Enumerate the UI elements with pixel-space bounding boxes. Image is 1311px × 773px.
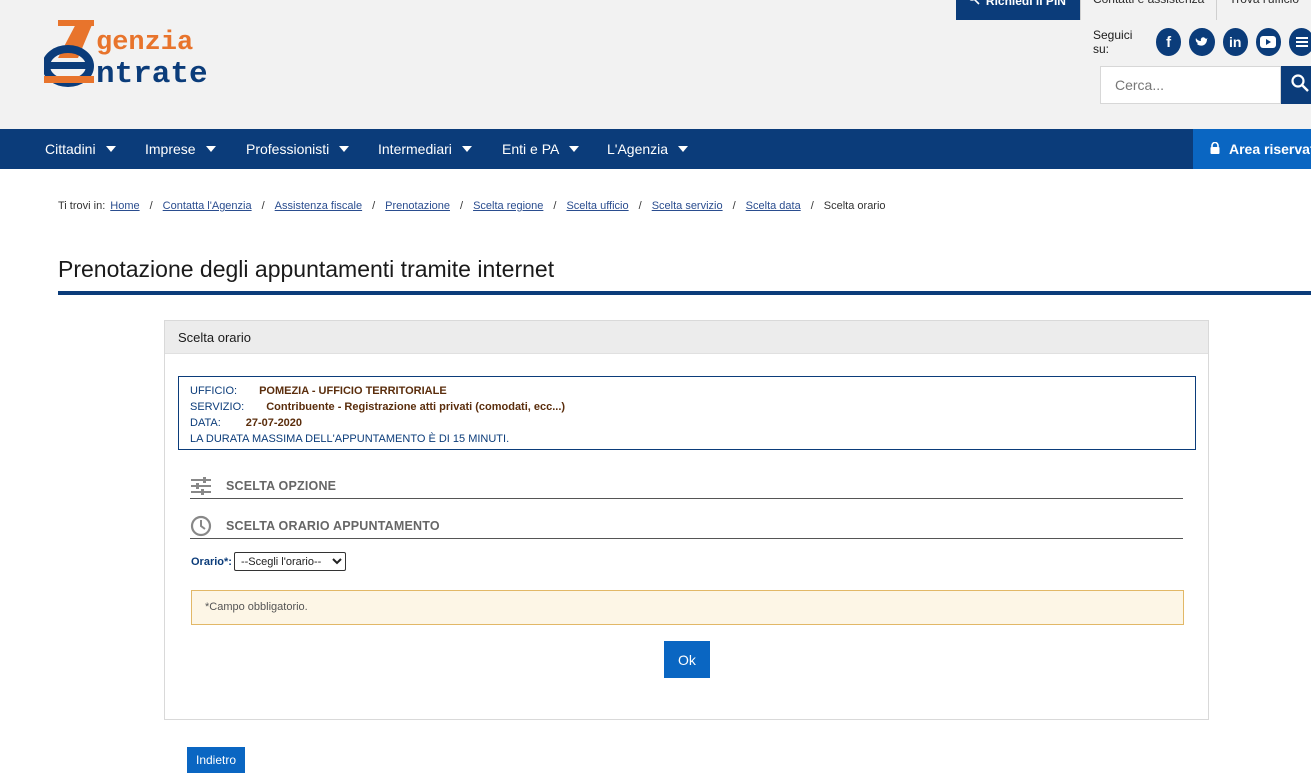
- breadcrumb-link-home[interactable]: Home: [110, 200, 139, 212]
- caret-down-icon: [105, 146, 116, 152]
- duration-note: LA DURATA MASSIMA DELL'APPUNTAMENTO È DI…: [190, 433, 510, 445]
- date-label: DATA:: [190, 417, 221, 429]
- facebook-icon[interactable]: f: [1155, 28, 1182, 56]
- nav-item-enti-pa[interactable]: Enti e PA: [502, 129, 580, 169]
- clock-icon: [190, 515, 212, 537]
- section-time-title: SCELTA ORARIO APPUNTAMENTO: [226, 518, 440, 533]
- nav-item-cittadini[interactable]: Cittadini: [45, 129, 116, 169]
- nav-label: L'Agenzia: [607, 141, 669, 157]
- nav-item-imprese[interactable]: Imprese: [145, 129, 216, 169]
- caret-down-icon: [205, 146, 216, 152]
- date-value: 27-07-2020: [245, 417, 303, 429]
- request-pin-label: Richiedi il PIN: [985, 0, 1066, 8]
- section-option-title: SCELTA OPZIONE: [226, 478, 337, 493]
- breadcrumb-current: Scelta orario: [823, 200, 886, 212]
- nav-item-agenzia[interactable]: L'Agenzia: [607, 129, 689, 169]
- breadcrumb-link-contatta[interactable]: Contatta l'Agenzia: [163, 200, 252, 212]
- back-button[interactable]: Indietro: [187, 747, 245, 773]
- page-title: Prenotazione degli appuntamenti tramite …: [58, 256, 555, 282]
- section-option-header: SCELTA OPZIONE: [190, 473, 1183, 499]
- caret-down-icon: [678, 146, 689, 152]
- logo-text-entrate: ntrate: [96, 57, 208, 88]
- breadcrumb-link-assistenza[interactable]: Assistenza fiscale: [275, 200, 362, 212]
- orario-field: Orario*: --Scegli l'orario--: [191, 552, 346, 571]
- nav-label: Professionisti: [246, 141, 330, 157]
- agenzia-entrate-logo[interactable]: genzia ntrate: [44, 18, 259, 88]
- rss-icon[interactable]: [1289, 28, 1311, 56]
- nav-label: Enti e PA: [502, 141, 560, 157]
- breadcrumb-prefix: Ti trovi in:: [58, 200, 106, 212]
- service-label: SERVIZIO:: [190, 401, 245, 413]
- search-input[interactable]: [1100, 66, 1281, 104]
- area-riservata-button[interactable]: Area riservata: [1193, 129, 1311, 169]
- breadcrumb-link-regione[interactable]: Scelta regione: [473, 200, 543, 212]
- area-riservata-label: Area riservata: [1229, 141, 1311, 157]
- panel-title: Scelta orario: [165, 321, 1208, 354]
- lock-icon: [1210, 141, 1220, 157]
- orario-select[interactable]: --Scegli l'orario--: [233, 552, 346, 571]
- nav-label: Imprese: [145, 141, 196, 157]
- title-divider: [58, 291, 1311, 295]
- nav-item-intermediari[interactable]: Intermediari: [378, 129, 472, 169]
- linkedin-icon[interactable]: in: [1222, 28, 1248, 56]
- youtube-icon[interactable]: [1255, 28, 1282, 56]
- breadcrumb: Ti trovi in: Home / Contatta l'Agenzia / A…: [58, 200, 886, 212]
- contacts-link[interactable]: Contatti e assistenza: [1079, 0, 1216, 20]
- social-label: Seguici su:: [1093, 28, 1133, 56]
- booking-panel: Scelta orario UFFICIO: POMEZIA - UFFICIO …: [164, 320, 1209, 720]
- search-box: [1100, 66, 1311, 104]
- appointment-summary: UFFICIO: POMEZIA - UFFICIO TERRITORIALE S…: [178, 376, 1196, 450]
- main-nav: Cittadini Imprese Professionisti Interme…: [0, 129, 1311, 169]
- section-time-header: SCELTA ORARIO APPUNTAMENTO: [190, 513, 1183, 539]
- caret-down-icon: [339, 146, 350, 152]
- office-label: UFFICIO:: [190, 385, 238, 397]
- orario-label: Orario*:: [191, 555, 232, 568]
- breadcrumb-link-prenotazione[interactable]: Prenotazione: [385, 200, 450, 212]
- nav-label: Intermediari: [378, 141, 452, 157]
- breadcrumb-link-data[interactable]: Scelta data: [746, 200, 801, 212]
- request-pin-link[interactable]: Richiedi il PIN: [955, 0, 1080, 20]
- required-field-note: *Campo obbligatorio.: [191, 590, 1184, 625]
- logo-text-agenzia: genzia: [96, 28, 193, 58]
- sliders-icon: [190, 476, 212, 495]
- office-value: POMEZIA - UFFICIO TERRITORIALE: [259, 385, 447, 397]
- ok-button[interactable]: Ok: [664, 641, 710, 678]
- key-icon: [968, 0, 980, 8]
- site-header: genzia ntrate Richiedi il PIN Contatti e…: [0, 0, 1311, 129]
- top-links: Richiedi il PIN Contatti e assistenza Tr…: [955, 0, 1311, 20]
- search-icon: [1291, 73, 1309, 97]
- caret-down-icon: [461, 146, 472, 152]
- service-value: Contribuente - Registrazione atti privat…: [266, 401, 566, 413]
- social-bar: Seguici su: f in: [1093, 28, 1311, 56]
- find-office-link[interactable]: Trova l'ufficio: [1216, 0, 1311, 20]
- nav-item-professionisti[interactable]: Professionisti: [246, 129, 350, 169]
- twitter-icon[interactable]: [1189, 28, 1215, 56]
- nav-label: Cittadini: [45, 141, 96, 157]
- breadcrumb-link-servizio[interactable]: Scelta servizio: [652, 200, 723, 212]
- breadcrumb-link-ufficio[interactable]: Scelta ufficio: [566, 200, 628, 212]
- search-button[interactable]: [1281, 66, 1311, 104]
- caret-down-icon: [569, 146, 580, 152]
